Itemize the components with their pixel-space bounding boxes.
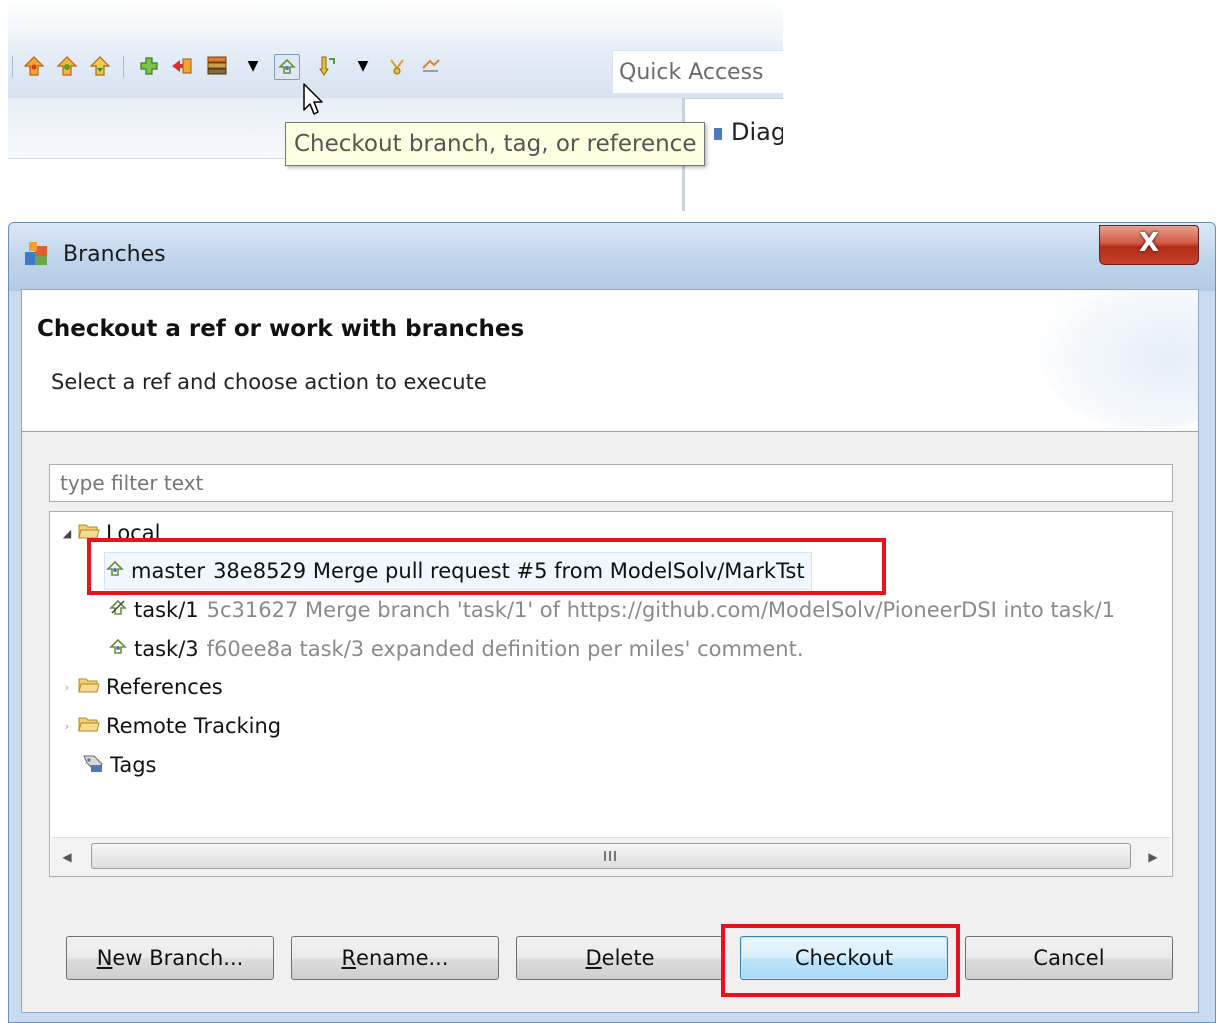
tree-node-references[interactable]: › References (58, 668, 223, 706)
dropdown-icon[interactable]: ▼ (241, 54, 265, 78)
toolbar-separator (12, 56, 13, 78)
mouse-cursor-icon (303, 83, 329, 123)
scroll-right-icon[interactable]: ▶ (1143, 847, 1163, 867)
checkout-button[interactable]: Checkout (740, 936, 948, 980)
button-mnemonic: N (96, 946, 113, 970)
folder-icon (78, 521, 100, 545)
sync-icon[interactable] (419, 54, 443, 78)
merge-icon[interactable] (170, 54, 194, 78)
tooltip: Checkout branch, tag, or reference (285, 122, 706, 166)
pull-icon[interactable] (88, 54, 112, 78)
tree-node-tags[interactable]: Tags (80, 746, 157, 784)
tree-node-remote-tracking[interactable]: › Remote Tracking (58, 707, 281, 745)
collapsed-arrow-icon[interactable]: › (58, 681, 76, 694)
tag-icon (82, 753, 104, 778)
git-repo-icon (23, 240, 51, 268)
add-icon[interactable] (137, 54, 161, 78)
tab-diagram[interactable]: Diag (731, 118, 783, 146)
stash-icon[interactable] (205, 54, 229, 78)
grip-icon (604, 851, 618, 861)
button-mnemonic: D (585, 946, 602, 970)
toolbar-separator (123, 56, 124, 78)
branch-icon (108, 637, 128, 662)
tree-label-tags: Tags (110, 753, 157, 777)
dropdown-icon[interactable]: ▼ (351, 54, 375, 78)
history-icon[interactable] (385, 54, 409, 78)
tree-node-local[interactable]: ◢ Local (58, 514, 161, 552)
toolbar-top-strip (8, 0, 783, 40)
rename-button[interactable]: Rename... (291, 936, 499, 980)
push-up-icon[interactable] (22, 54, 46, 78)
fetch-icon[interactable] (55, 54, 79, 78)
branches-dialog: Branches X Checkout a ref or work with b… (8, 222, 1216, 1023)
eclipse-toolbar-crop: ▼ ▼ Quick Access Diag Checkout branch, t… (0, 0, 783, 211)
close-icon: X (1138, 228, 1160, 258)
diagram-tab-icon (714, 128, 722, 140)
folder-icon (78, 675, 100, 699)
horizontal-scrollbar[interactable]: ◀ ▶ (51, 837, 1171, 876)
button-label: ew Branch... (112, 946, 244, 970)
folder-icon (78, 714, 100, 738)
ref-tree[interactable]: ◢ Local master 38e8529 Merge pull reques… (49, 511, 1173, 877)
branch-row-master[interactable]: master 38e8529 Merge pull request #5 fro… (104, 552, 812, 590)
new-branch-button[interactable]: New Branch... (66, 936, 274, 980)
dialog-title: Branches (63, 242, 166, 267)
branch-detail: f60ee8a task/3 expanded definition per m… (206, 637, 804, 661)
header-decoration (1038, 290, 1198, 430)
header-title: Checkout a ref or work with branches (37, 316, 525, 342)
branch-name: task/1 (134, 598, 199, 622)
filter-input[interactable] (49, 464, 1173, 502)
branch-detail: 38e8529 Merge pull request #5 from Model… (213, 559, 805, 583)
branch-name: task/3 (134, 637, 199, 661)
button-mnemonic: R (341, 946, 357, 970)
scroll-left-icon[interactable]: ◀ (57, 847, 77, 867)
button-label: ename... (356, 946, 449, 970)
checkout-branch-icon[interactable] (274, 54, 300, 80)
branch-row-task1[interactable]: task/1 5c31627 Merge branch 'task/1' of … (108, 591, 1115, 629)
dialog-header: Checkout a ref or work with branches Sel… (22, 290, 1198, 432)
branch-icon (105, 559, 125, 584)
branch-row-task3[interactable]: task/3 f60ee8a task/3 expanded definitio… (108, 630, 804, 668)
tree-label-local: Local (106, 521, 161, 545)
delete-button[interactable]: Delete (516, 936, 724, 980)
collapsed-arrow-icon[interactable]: › (58, 720, 76, 733)
tree-label-remote-tracking: Remote Tracking (106, 714, 282, 738)
dialog-client-area: Checkout a ref or work with branches Sel… (21, 289, 1199, 1013)
cancel-button[interactable]: Cancel (965, 936, 1173, 980)
quick-access-field[interactable]: Quick Access (612, 50, 783, 94)
commit-icon[interactable] (315, 54, 339, 78)
expanded-arrow-icon[interactable]: ◢ (58, 527, 76, 540)
branch-icon (108, 598, 128, 623)
header-message: Select a ref and choose action to execut… (51, 370, 487, 394)
branch-name: master (131, 559, 206, 583)
tree-label-references: References (106, 675, 223, 699)
close-button[interactable]: X (1099, 225, 1199, 265)
button-label: elete (601, 946, 655, 970)
branch-detail: 5c31627 Merge branch 'task/1' of https:/… (206, 598, 1116, 622)
dialog-titlebar[interactable]: Branches X (9, 223, 1215, 291)
scroll-thumb[interactable] (91, 843, 1131, 869)
